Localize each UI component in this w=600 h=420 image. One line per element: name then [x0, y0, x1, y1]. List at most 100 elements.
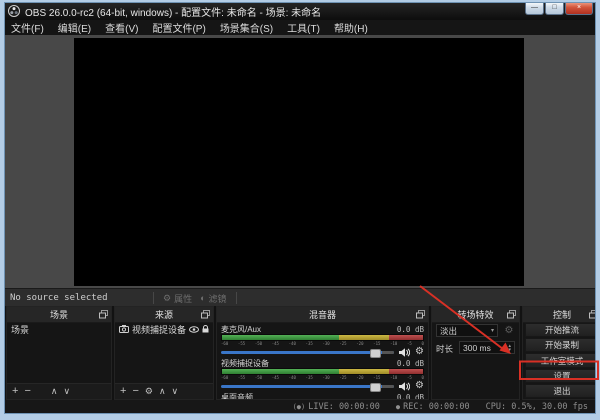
speaker-icon[interactable]	[399, 382, 410, 391]
status-bar: (●)LIVE: 00:00:00 ●REC: 00:00:00 CPU: 0.…	[4, 400, 596, 414]
rec-icon: ●	[396, 403, 400, 411]
source-item[interactable]: 视频捕捉设备	[115, 322, 213, 336]
popout-icon[interactable]	[507, 310, 516, 319]
source-toolbar-buttons: ⚙ 属性 ◐ 滤镜	[148, 289, 242, 307]
window-controls: — □ ×	[525, 2, 593, 15]
sources-list: 视频捕捉设备 + − ⚙	[115, 322, 213, 399]
sources-toolbar: + − ⚙ ∧ ∨	[115, 383, 213, 399]
transition-properties-button[interactable]: ⚙	[502, 324, 516, 337]
studio-mode-button[interactable]: 工作室模式	[525, 353, 599, 367]
lock-icon[interactable]	[202, 325, 209, 333]
start-recording-button[interactable]: 开始录制	[525, 338, 599, 352]
volume-meter	[221, 368, 424, 375]
popout-icon[interactable]	[99, 310, 108, 319]
sources-header: 来源	[115, 307, 213, 323]
maximize-button[interactable]: □	[545, 2, 564, 15]
live-status: (●)LIVE: 00:00:00	[293, 402, 380, 412]
channel-name: 视频捕捉设备	[221, 358, 269, 369]
menu-edit[interactable]: 编辑(E)	[51, 20, 98, 35]
transitions-title: 转场特效	[457, 308, 493, 321]
scenes-list: 场景 + − ∧ ∨	[7, 322, 111, 399]
source-up-button[interactable]: ∧	[159, 385, 166, 398]
minimize-button[interactable]: —	[525, 2, 544, 15]
source-down-button[interactable]: ∨	[172, 385, 179, 398]
remove-source-button[interactable]: −	[132, 385, 138, 398]
duration-label: 时长	[436, 343, 453, 355]
rec-status: ●REC: 00:00:00	[396, 402, 470, 412]
popout-icon[interactable]	[589, 310, 598, 319]
sources-panel: 来源 视频捕捉设备	[114, 306, 214, 400]
gear-icon: ⚙	[163, 293, 171, 304]
remove-scene-button[interactable]: −	[24, 385, 30, 398]
close-button[interactable]: ×	[565, 2, 593, 15]
source-properties-button[interactable]: ⚙	[145, 385, 153, 398]
live-icon: (●)	[293, 403, 306, 411]
spinner-arrows[interactable]: ▴ ▾	[508, 344, 511, 352]
mixer-channel: 桌面音频 0.0 dB	[221, 392, 424, 399]
scenes-title: 场景	[50, 308, 68, 321]
popout-icon[interactable]	[201, 310, 210, 319]
camera-icon	[119, 325, 129, 333]
exit-button[interactable]: 退出	[525, 384, 599, 398]
scenes-toolbar: + − ∧ ∨	[7, 383, 111, 399]
add-source-button[interactable]: +	[120, 385, 126, 398]
dock-area: 场景 场景 + − ∧ ∨	[4, 306, 596, 400]
volume-meter	[221, 334, 424, 341]
filters-label: 滤镜	[209, 292, 227, 305]
filter-icon: ◐	[200, 293, 205, 303]
channel-name: 桌面音频	[221, 392, 253, 400]
spin-down-icon[interactable]: ▾	[508, 348, 511, 352]
transitions-body: 淡出 ▾ ⚙ 时长 300 ms ▴ ▾	[432, 322, 519, 399]
scene-item[interactable]: 场景	[7, 322, 111, 336]
properties-label: 属性	[174, 292, 192, 305]
popout-icon[interactable]	[416, 310, 425, 319]
mixer-channel: 视频捕捉设备 0.0 dB -60-55-50-45-40-35-30-25-2…	[221, 358, 424, 392]
menu-view[interactable]: 查看(V)	[98, 20, 145, 35]
duration-spinner[interactable]: 300 ms ▴ ▾	[459, 341, 515, 354]
volume-slider-handle[interactable]	[370, 349, 381, 358]
title-bar: OBS 26.0.0-rc2 (64-bit, windows) - 配置文件:…	[4, 2, 596, 20]
channel-gear-icon[interactable]: ⚙	[415, 381, 424, 391]
channel-gear-icon[interactable]: ⚙	[415, 347, 424, 357]
menu-bar: 文件(F) 编辑(E) 查看(V) 配置文件(P) 场景集合(S) 工具(T) …	[4, 20, 596, 36]
scene-down-button[interactable]: ∨	[63, 385, 70, 398]
properties-button[interactable]: ⚙ 属性	[159, 292, 196, 305]
no-source-label: No source selected	[10, 293, 108, 303]
divider	[153, 292, 154, 304]
volume-slider[interactable]	[221, 351, 394, 354]
obs-logo-icon	[8, 5, 20, 17]
divider	[236, 292, 237, 304]
chevron-down-icon: ▾	[491, 327, 494, 334]
menu-help[interactable]: 帮助(H)	[327, 20, 375, 35]
volume-slider[interactable]	[221, 385, 394, 388]
start-streaming-button[interactable]: 开始推流	[525, 323, 599, 337]
filters-button[interactable]: ◐ 滤镜	[196, 292, 230, 305]
source-toolbar: No source selected ⚙ 属性 ◐ 滤镜	[4, 288, 596, 307]
window-title: OBS 26.0.0-rc2 (64-bit, windows) - 配置文件:…	[25, 4, 321, 19]
speaker-icon[interactable]	[399, 348, 410, 357]
preview-canvas[interactable]	[74, 38, 524, 286]
menu-scene-collection[interactable]: 场景集合(S)	[213, 20, 280, 35]
channel-name: 麦克风/Aux	[221, 324, 261, 335]
menu-file[interactable]: 文件(F)	[4, 20, 51, 35]
channel-level: 0.0 dB	[397, 325, 424, 334]
menu-profile[interactable]: 配置文件(P)	[145, 20, 212, 35]
volume-slider-handle[interactable]	[370, 383, 381, 392]
transitions-panel: 转场特效 淡出 ▾ ⚙ 时长 300 ms ▴ ▾	[431, 306, 520, 400]
mixer-panel: 混音器 麦克风/Aux 0.0 dB -60-55-50-45-40-35-30…	[216, 306, 429, 400]
cpu-fps-status: CPU: 0.5%, 30.00 fps	[486, 402, 588, 412]
mixer-body: 麦克风/Aux 0.0 dB -60-55-50-45-40-35-30-25-…	[217, 322, 428, 399]
mixer-title: 混音器	[309, 308, 336, 321]
obs-window: OBS 26.0.0-rc2 (64-bit, windows) - 配置文件:…	[0, 0, 600, 420]
settings-button[interactable]: 设置	[525, 369, 599, 383]
menu-tools[interactable]: 工具(T)	[280, 20, 327, 35]
source-item-actions	[189, 325, 209, 333]
controls-title: 控制	[553, 308, 571, 321]
scene-up-button[interactable]: ∧	[51, 385, 58, 398]
visibility-eye-icon[interactable]	[189, 326, 199, 333]
transition-select[interactable]: 淡出 ▾	[436, 324, 498, 337]
channel-level: 0.0 dB	[397, 359, 424, 368]
add-scene-button[interactable]: +	[12, 385, 18, 398]
scenes-header: 场景	[7, 307, 111, 323]
scenes-panel: 场景 场景 + − ∧ ∨	[6, 306, 112, 400]
